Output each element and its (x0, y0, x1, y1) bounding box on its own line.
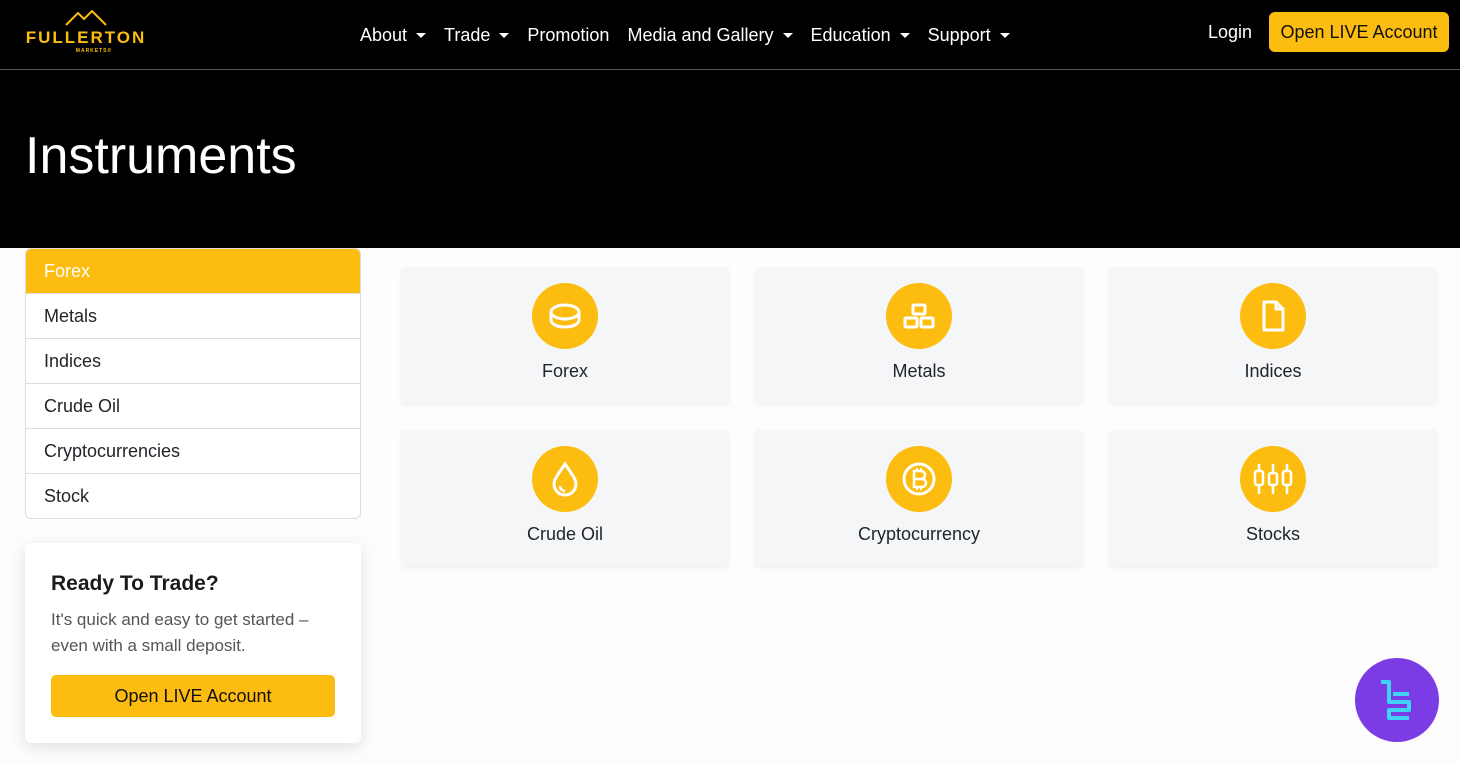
instrument-card-forex[interactable]: Forex (401, 267, 729, 403)
open-live-account-button[interactable]: Open LIVE Account (1269, 12, 1449, 52)
nav-media-gallery[interactable]: Media and Gallery (627, 24, 793, 46)
oil-drop-icon (532, 446, 598, 512)
instrument-card-metals[interactable]: Metals (755, 267, 1083, 403)
sidebar-item-metals[interactable]: Metals (26, 293, 360, 338)
caret-down-icon (999, 32, 1010, 38)
ready-to-trade-card: Ready To Trade? It's quick and easy to g… (25, 543, 361, 743)
gold-bars-icon (886, 283, 952, 349)
instrument-card-stocks[interactable]: Stocks (1109, 430, 1437, 566)
instrument-card-indices[interactable]: Indices (1109, 267, 1437, 403)
nav-trade-label: Trade (444, 24, 491, 45)
sidebar-item-stock[interactable]: Stock (26, 473, 360, 518)
caret-down-icon (899, 32, 910, 38)
hero-banner: Instruments (0, 70, 1460, 248)
nav-about[interactable]: About (360, 24, 427, 46)
main-nav: About Trade Promotion Media and Gallery … (360, 0, 1028, 70)
mountain-logo-icon (65, 10, 107, 26)
nav-support-label: Support (927, 24, 991, 45)
instrument-card-crude-oil[interactable]: Crude Oil (401, 430, 729, 566)
caret-down-icon (499, 32, 510, 38)
nav-support[interactable]: Support (928, 25, 1010, 46)
sidebar-item-forex[interactable]: Forex (26, 249, 360, 293)
nav-education-label: Education (810, 24, 891, 45)
logo-text: FULLERTON (25, 28, 147, 47)
floating-widget-button[interactable] (1355, 658, 1439, 742)
nav-about-label: About (360, 24, 408, 45)
nav-trade[interactable]: Trade (444, 24, 510, 46)
nav-education[interactable]: Education (811, 25, 910, 46)
top-navbar: FULLERTON MARKETS® About Trade Promotion… (0, 0, 1460, 70)
page-title: Instruments (25, 127, 297, 185)
sidebar-item-crude-oil[interactable]: Crude Oil (26, 383, 360, 428)
instrument-card-label: Crude Oil (526, 524, 604, 544)
instrument-card-cryptocurrency[interactable]: Cryptocurrency (755, 430, 1083, 566)
instrument-card-label: Indices (1244, 361, 1302, 381)
instrument-card-label: Stocks (1245, 524, 1301, 544)
ready-to-trade-text: It's quick and easy to get started – eve… (51, 610, 309, 655)
nav-promotion-label: Promotion (527, 24, 610, 45)
brand-logo[interactable]: FULLERTON MARKETS® (24, 10, 148, 58)
sidebar-item-cryptocurrencies[interactable]: Cryptocurrencies (26, 428, 360, 473)
login-link[interactable]: Login (1208, 22, 1252, 43)
caret-down-icon (416, 32, 427, 38)
sidebar-item-indices[interactable]: Indices (26, 338, 360, 383)
open-live-account-card-button[interactable]: Open LIVE Account (51, 675, 335, 717)
caret-down-icon (782, 32, 793, 38)
instrument-card-label: Cryptocurrency (857, 524, 981, 544)
nav-media-gallery-label: Media and Gallery (627, 24, 774, 45)
coins-icon (532, 283, 598, 349)
nav-promotion[interactable]: Promotion (527, 25, 609, 46)
tradingfinder-logo-icon (1381, 680, 1411, 720)
ready-to-trade-title: Ready To Trade? (51, 572, 219, 595)
document-icon (1240, 283, 1306, 349)
instrument-sidebar: Forex Metals Indices Crude Oil Cryptocur… (25, 248, 361, 519)
logo-subtext: MARKETS® (75, 48, 113, 54)
instrument-card-label: Forex (541, 361, 588, 381)
instrument-card-label: Metals (892, 361, 946, 381)
candlestick-icon (1240, 446, 1306, 512)
bitcoin-icon (886, 446, 952, 512)
